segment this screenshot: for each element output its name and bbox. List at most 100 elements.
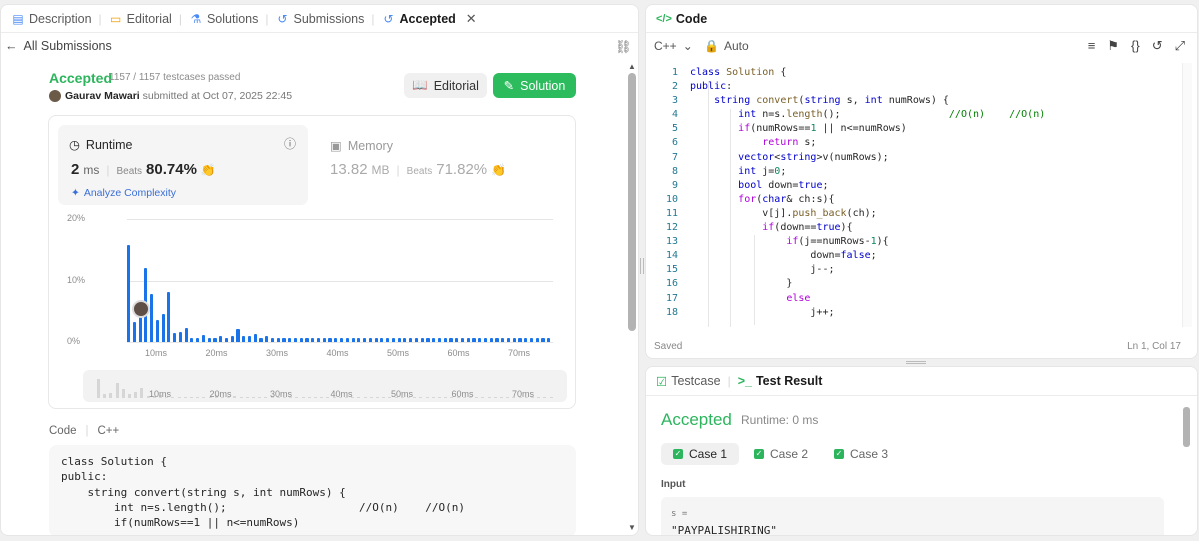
chart-bar[interactable]: [322, 338, 326, 342]
chart-bar[interactable]: [219, 336, 223, 342]
chart-bar[interactable]: [518, 338, 522, 342]
editor-line[interactable]: class Solution {: [690, 66, 1180, 80]
chart-bar[interactable]: [460, 338, 465, 342]
editor-line[interactable]: }: [690, 277, 1180, 291]
chart-bar[interactable]: [265, 336, 269, 342]
chart-bar[interactable]: [386, 338, 390, 342]
chart-bar[interactable]: [357, 338, 361, 342]
chart-bar[interactable]: [207, 338, 211, 342]
chart-bar[interactable]: [236, 329, 240, 342]
chart-bar[interactable]: [230, 335, 234, 342]
editor-line[interactable]: string convert(string s, int numRows) {: [690, 94, 1180, 108]
editor-line[interactable]: return s;: [690, 136, 1180, 150]
chart-bar[interactable]: [501, 338, 505, 342]
chart-bar[interactable]: [345, 338, 349, 342]
chart-bar[interactable]: [334, 338, 338, 342]
tab-code[interactable]: </> Code: [652, 12, 711, 26]
chart-bar[interactable]: [340, 338, 344, 342]
tab-description[interactable]: ▤ Description: [7, 12, 96, 26]
solution-button[interactable]: ✎ Solution: [493, 73, 576, 98]
editor-line[interactable]: vector<string>v(numRows);: [690, 151, 1180, 165]
chart-bar[interactable]: [247, 336, 252, 342]
panel-resize-handle[interactable]: [906, 361, 926, 364]
chart-bar[interactable]: [224, 338, 229, 342]
chart-bar[interactable]: [391, 338, 395, 342]
chart-bar[interactable]: [449, 338, 453, 342]
chart-bar[interactable]: [138, 316, 142, 342]
bookmark-icon[interactable]: ⚑: [1107, 38, 1119, 54]
chart-bar[interactable]: [443, 338, 447, 342]
avatar[interactable]: [49, 90, 61, 102]
tab-solutions[interactable]: ⚗ Solutions: [185, 12, 262, 26]
editor-line[interactable]: public:: [690, 80, 1180, 94]
chart-bar[interactable]: [132, 321, 136, 342]
chart-bar[interactable]: [506, 338, 511, 342]
chart-bar[interactable]: [167, 292, 171, 342]
chart-bar[interactable]: [472, 338, 476, 342]
chart-bar[interactable]: [293, 338, 298, 342]
chart-bar[interactable]: [374, 338, 378, 342]
tab-testcase[interactable]: ☑ Testcase: [652, 374, 725, 389]
chart-bar[interactable]: [184, 327, 188, 342]
chart-bar[interactable]: [178, 332, 182, 342]
editor-line[interactable]: down=false;: [690, 249, 1180, 263]
editor-line[interactable]: if(down==true){: [690, 221, 1180, 235]
chart-bar[interactable]: [299, 338, 303, 342]
tab-test-result[interactable]: >_ Test Result: [734, 374, 827, 388]
editor-line[interactable]: j++;: [690, 306, 1180, 320]
chart-bar[interactable]: [420, 338, 424, 342]
chart-bar[interactable]: [547, 338, 551, 342]
scrollbar[interactable]: [1183, 407, 1190, 447]
chart-bar[interactable]: [311, 338, 315, 342]
link-icon[interactable]: ⛓: [615, 39, 632, 55]
chart-bar[interactable]: [288, 338, 292, 342]
panel-resize-handle[interactable]: [640, 258, 644, 274]
language-select[interactable]: C++ ⌄: [654, 39, 693, 53]
editor-line[interactable]: else: [690, 292, 1180, 306]
auto-mode[interactable]: 🔒 Auto: [704, 39, 749, 53]
code-editor[interactable]: 1 2 3 4 5 6 7 8 9 10 11 12 13 14 15 16 17 18 class Soluti…: [646, 63, 1197, 327]
chart-bar[interactable]: [201, 335, 205, 342]
chart-bar[interactable]: [282, 338, 286, 342]
chart-bar[interactable]: [541, 338, 545, 342]
braces-icon[interactable]: {}: [1131, 38, 1140, 54]
chart-bar[interactable]: [305, 338, 309, 342]
chart-bar[interactable]: [437, 338, 442, 342]
chart-bar[interactable]: [489, 338, 493, 342]
submitted-code-block[interactable]: class Solution { public: string convert(…: [49, 445, 576, 535]
chart-bar[interactable]: [328, 338, 332, 342]
editor-line[interactable]: if(j==numRows-1){: [690, 235, 1180, 249]
chart-bar[interactable]: [432, 338, 436, 342]
chart-bar[interactable]: [397, 338, 401, 342]
username[interactable]: Gaurav Mawari: [65, 90, 140, 102]
chart-bar[interactable]: [414, 338, 418, 342]
chart-bar[interactable]: [426, 338, 430, 342]
case-2-tab[interactable]: ✓ Case 2: [742, 443, 820, 465]
editor-line[interactable]: int n=s.length(); //O(n) //O(n): [690, 108, 1180, 122]
chart-bar[interactable]: [173, 332, 177, 342]
chart-bar[interactable]: [363, 338, 367, 342]
chart-bar[interactable]: [253, 334, 257, 342]
scroll-down-icon[interactable]: ▼: [628, 523, 636, 532]
chart-bar[interactable]: [242, 335, 246, 342]
range-slider[interactable]: 10ms 20ms 30ms 40ms 50ms 60ms 70ms: [83, 370, 567, 402]
chart-bar[interactable]: [150, 294, 154, 342]
chart-bar[interactable]: [409, 338, 413, 342]
editor-line[interactable]: if(numRows==1 || n<=numRows): [690, 122, 1180, 136]
tab-editorial[interactable]: ▭ Editorial: [105, 12, 176, 26]
chart-bar[interactable]: [455, 338, 459, 342]
chart-bar[interactable]: [529, 338, 534, 342]
chart-bar[interactable]: [368, 338, 372, 342]
reset-icon[interactable]: ↺: [1152, 38, 1163, 54]
chart-bar[interactable]: [213, 338, 217, 342]
chart-bar[interactable]: [161, 313, 165, 342]
scroll-up-icon[interactable]: ▲: [628, 62, 636, 71]
back-to-submissions[interactable]: ← All Submissions: [5, 39, 112, 53]
chart-bar[interactable]: [535, 338, 539, 342]
chart-bar[interactable]: [196, 338, 200, 342]
chart-bar[interactable]: [259, 338, 263, 342]
chart-bar[interactable]: [351, 338, 355, 342]
editor-line[interactable]: v[j].push_back(ch);: [690, 207, 1180, 221]
chart-bar[interactable]: [127, 244, 131, 342]
editor-line[interactable]: int j=0;: [690, 165, 1180, 179]
